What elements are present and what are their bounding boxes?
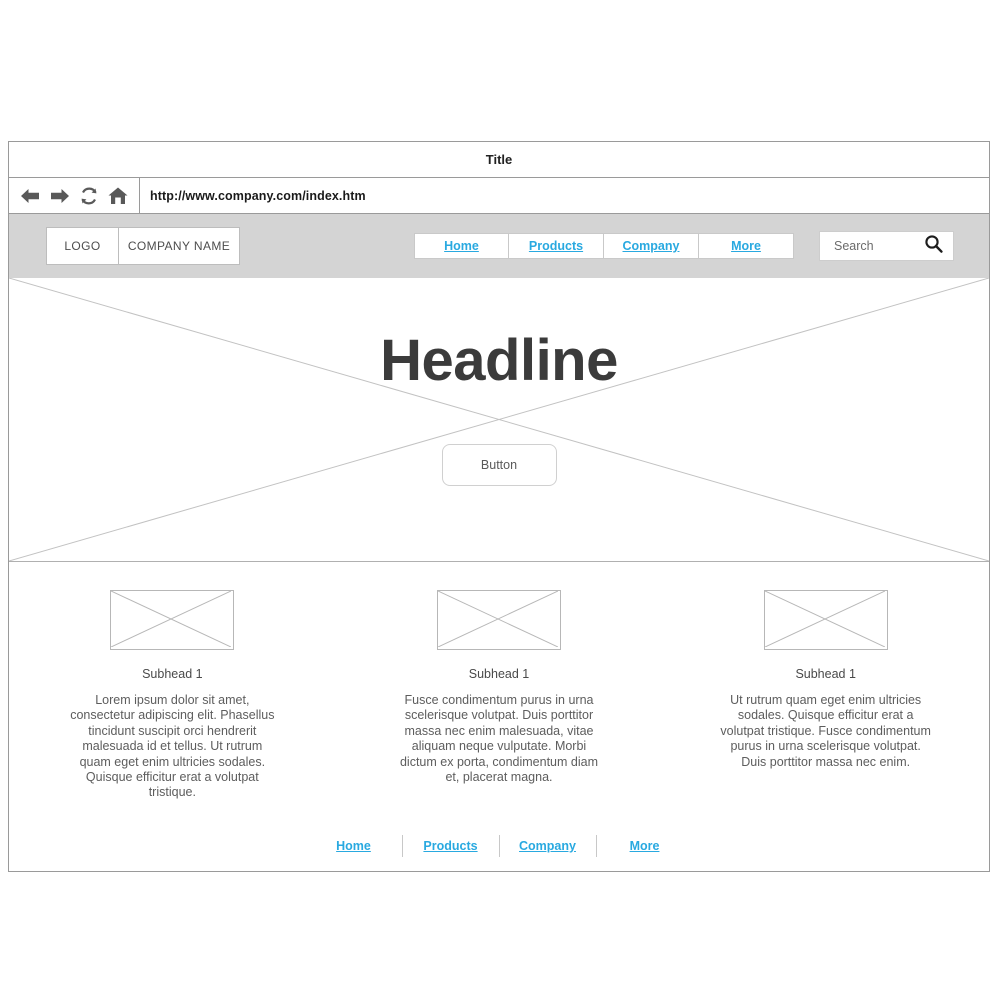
image-placeholder — [437, 590, 561, 650]
column-subhead: Subhead 1 — [795, 667, 856, 681]
url-input[interactable]: http://www.company.com/index.htm — [140, 178, 989, 213]
footer-nav: Home Products Company More — [9, 834, 989, 857]
hero-headline: Headline — [380, 328, 618, 393]
browser-title-bar: Title — [9, 142, 989, 178]
back-arrow-icon[interactable] — [19, 187, 41, 205]
logo-cell: LOGO — [47, 228, 119, 264]
home-icon[interactable] — [107, 186, 129, 206]
footer-link-company[interactable]: Company — [500, 839, 596, 853]
image-placeholder-cross — [111, 590, 232, 648]
feature-column: Subhead 1 Fusce condimentum purus in urn… — [336, 590, 663, 801]
column-body-text: Ut rutrum quam eget enim ultricies sodal… — [720, 693, 931, 769]
footer-link-more[interactable]: More — [597, 839, 693, 853]
nav-item-home[interactable]: Home — [414, 233, 509, 259]
browser-window: Title http://www.company.com/index.htm L… — [8, 141, 990, 872]
feature-column: Subhead 1 Lorem ipsum dolor sit amet, co… — [9, 590, 336, 801]
nav-item-more[interactable]: More — [699, 233, 794, 259]
column-body-text: Lorem ipsum dolor sit amet, consectetur … — [70, 693, 275, 800]
nav-item-company[interactable]: Company — [604, 233, 699, 259]
reload-icon[interactable] — [79, 186, 99, 206]
site-header: LOGO COMPANY NAME Home Products Company … — [9, 214, 989, 278]
search-icon[interactable] — [924, 234, 943, 258]
footer-link-home[interactable]: Home — [306, 839, 402, 853]
image-placeholder — [110, 590, 235, 650]
image-placeholder-cross — [437, 590, 559, 648]
company-name-cell: COMPANY NAME — [127, 239, 231, 253]
hero-section: Headline Button — [9, 278, 989, 562]
feature-column: Subhead 1 Ut rutrum quam eget enim ultri… — [662, 590, 989, 801]
search-input[interactable]: Search — [834, 239, 874, 253]
browser-toolbar: http://www.company.com/index.htm — [9, 178, 989, 214]
primary-nav: Home Products Company More — [414, 233, 794, 259]
image-placeholder — [763, 590, 888, 650]
search-box[interactable]: Search — [819, 231, 954, 261]
logo-company-block[interactable]: LOGO COMPANY NAME — [46, 227, 240, 265]
hero-cta-button[interactable]: Button — [441, 444, 557, 486]
forward-arrow-icon[interactable] — [49, 187, 71, 205]
column-subhead: Subhead 1 — [468, 667, 530, 681]
image-placeholder-cross — [764, 590, 885, 648]
feature-columns: Subhead 1 Lorem ipsum dolor sit amet, co… — [9, 562, 989, 801]
footer-link-products[interactable]: Products — [403, 839, 499, 853]
browser-nav-icons — [9, 178, 140, 213]
nav-item-products[interactable]: Products — [509, 233, 604, 259]
browser-title: Title — [485, 152, 513, 167]
column-subhead: Subhead 1 — [142, 667, 203, 681]
column-body-text: Fusce condimentum purus in urna sceleris… — [399, 693, 598, 785]
